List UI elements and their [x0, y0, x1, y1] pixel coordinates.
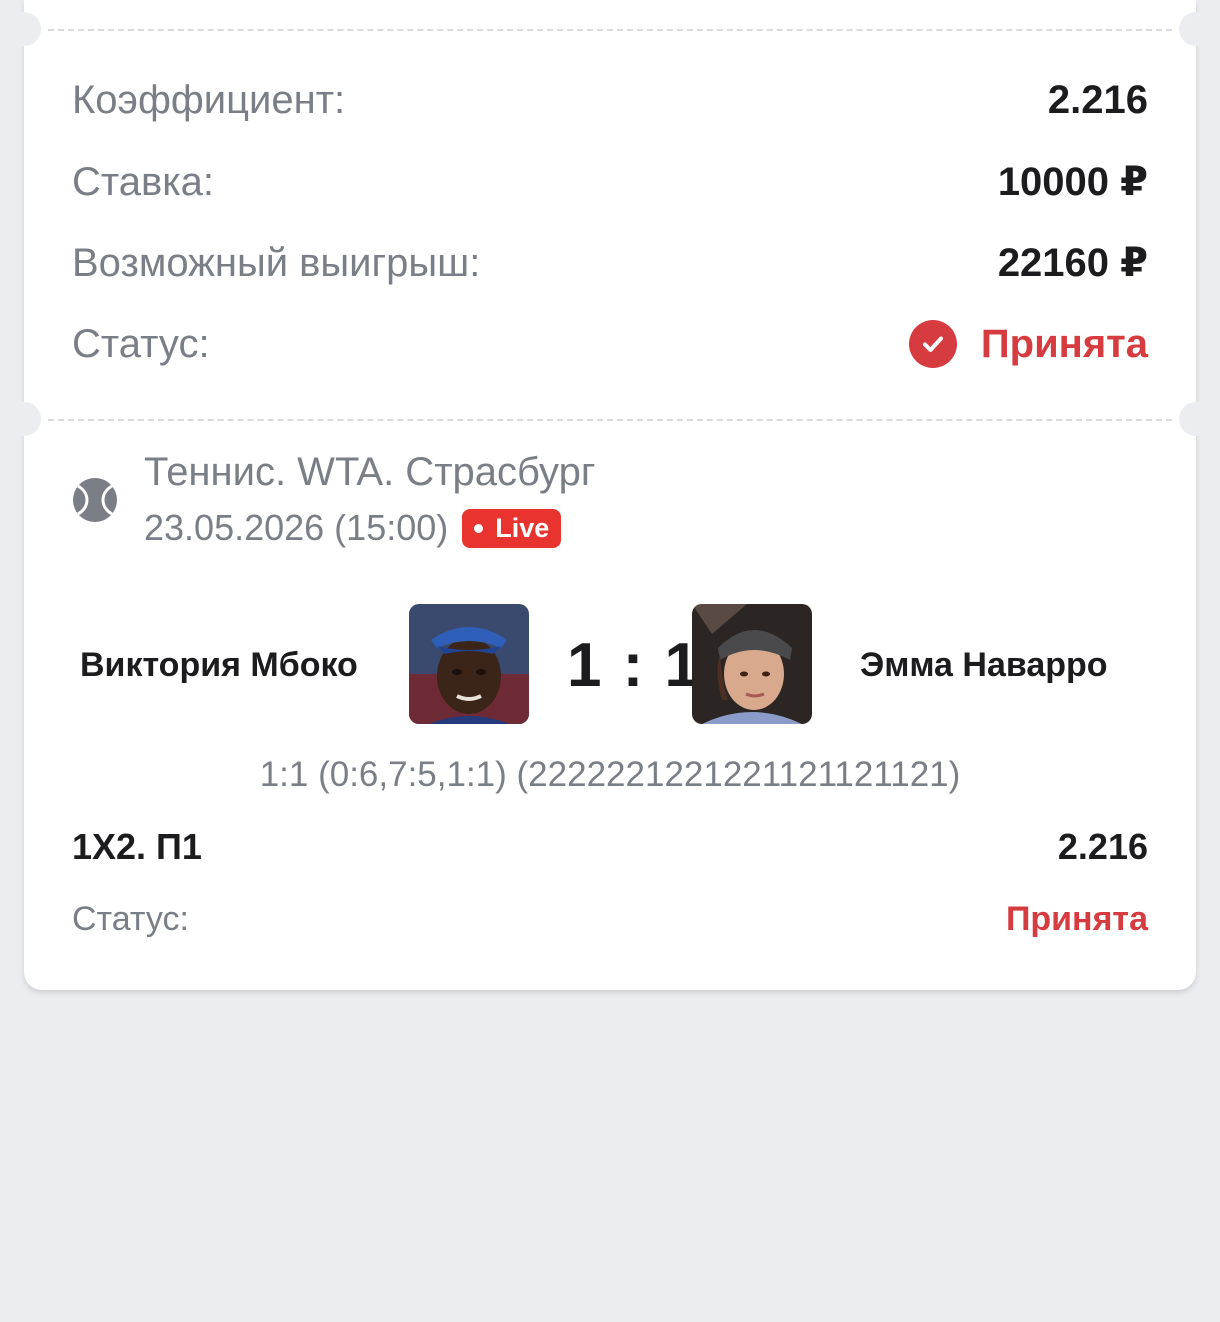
live-badge: Live: [462, 508, 562, 548]
bet-ticket-card: Коэффициент: 2.216 Ставка: 10000 ₽ Возмо…: [7, 0, 1213, 990]
live-badge-label: Live: [495, 512, 550, 543]
ticket-notch-right-middle: [1179, 402, 1213, 436]
home-player-avatar: [409, 604, 529, 724]
selection-row: 1X2. П1 2.216: [72, 826, 1148, 868]
status-indicator: Принята: [908, 320, 1148, 368]
ticket-notch-right-top: [1179, 12, 1213, 46]
check-circle-icon: [908, 320, 957, 368]
stake-row: Ставка: 10000 ₽: [72, 159, 1148, 205]
coefficient-value: 2.216: [1047, 78, 1148, 122]
event-datetime: 23.05.2026 (15:00): [144, 507, 449, 548]
selection-status-label: Статус:: [72, 900, 189, 938]
stake-value: 10000 ₽: [997, 160, 1148, 204]
event-info: Теннис. WTA. Страсбург 23.05.2026 (15:00…: [144, 450, 595, 549]
home-player-name: Виктория Мбоко: [80, 646, 358, 684]
divider-top: [48, 29, 1172, 31]
status-value: Принята: [980, 321, 1148, 366]
selection-status-value: Принята: [1005, 900, 1148, 938]
bet-market: 1X2. П1: [72, 826, 202, 867]
match-score: 1 : 1: [566, 631, 702, 700]
status-row: Статус: Принята: [72, 320, 1148, 368]
away-player-avatar: [692, 604, 812, 724]
tennis-ball-icon: [72, 477, 118, 523]
coefficient-row: Коэффициент: 2.216: [72, 78, 1148, 123]
coefficient-label: Коэффициент:: [72, 78, 346, 122]
event-header[interactable]: Теннис. WTA. Страсбург 23.05.2026 (15:00…: [72, 450, 595, 549]
away-player-name: Эмма Наварро: [860, 646, 1108, 684]
possible-win-row: Возможный выигрыш: 22160 ₽: [72, 240, 1148, 286]
selection-status-row: Статус: Принята: [72, 900, 1148, 939]
ticket-notch-left-top: [7, 12, 41, 46]
event-title: Теннис. WTA. Страсбург: [144, 450, 596, 494]
ticket-notch-left-middle: [7, 402, 41, 436]
event-date-line: 23.05.2026 (15:00) Live: [144, 507, 595, 549]
status-label: Статус:: [72, 321, 210, 366]
live-dot-icon: [474, 523, 484, 533]
possible-win-value: 22160 ₽: [997, 241, 1148, 285]
bet-odds: 2.216: [1057, 826, 1148, 867]
divider-middle: [48, 419, 1172, 421]
stake-label: Ставка:: [72, 159, 214, 204]
possible-win-label: Возможный выигрыш:: [72, 240, 481, 285]
match-detail-score: 1:1 (0:6,7:5,1:1) (222222122122112112112…: [259, 755, 961, 794]
